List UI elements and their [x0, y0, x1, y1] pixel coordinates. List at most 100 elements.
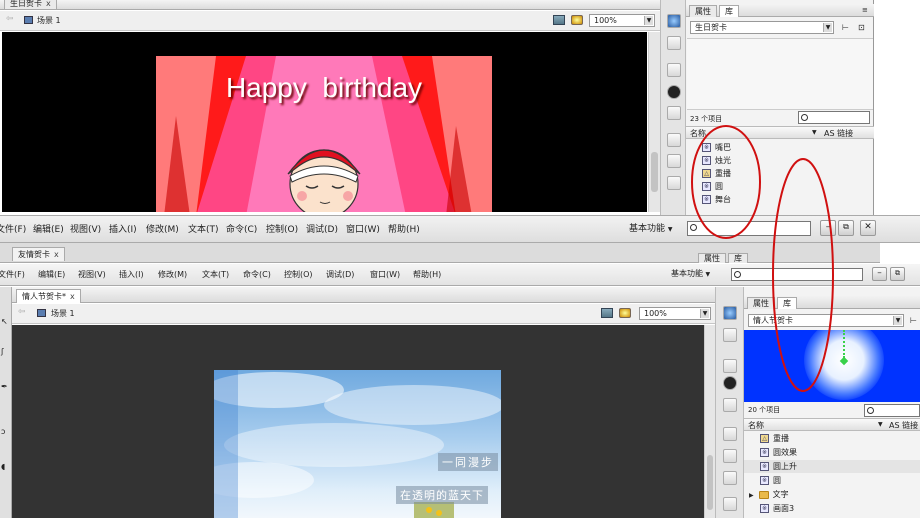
motion-presets-icon[interactable]: [723, 471, 737, 485]
tab-birthday-card[interactable]: 生日贺卡 x: [4, 0, 57, 9]
close-icon[interactable]: x: [54, 250, 59, 259]
menu-control[interactable]: 控制(O): [284, 265, 313, 285]
back-arrow-icon[interactable]: ⇦: [6, 14, 14, 24]
edit-scene-icon[interactable]: [601, 308, 613, 318]
help-search-input[interactable]: [687, 221, 811, 236]
components-icon[interactable]: [667, 154, 681, 168]
column-as-linkage[interactable]: AS 链接: [824, 128, 853, 139]
actions-icon[interactable]: [723, 427, 737, 441]
color-swatch-icon[interactable]: [667, 14, 681, 28]
bucket-tool-icon[interactable]: ◖: [1, 462, 5, 471]
menu-insert[interactable]: 插入(I): [109, 220, 137, 240]
minimize-button[interactable]: –: [872, 267, 887, 281]
menu-window[interactable]: 窗口(W): [346, 220, 380, 240]
menu-debug[interactable]: 调试(D): [306, 220, 338, 240]
menu-text[interactable]: 文本(T): [188, 220, 219, 240]
scroll-thumb[interactable]: [707, 455, 713, 510]
library-item[interactable]: △ 重播: [702, 167, 731, 180]
column-as-linkage[interactable]: AS 链接: [889, 420, 918, 431]
library-item[interactable]: △ 重播: [760, 432, 789, 445]
menu-insert[interactable]: 插入(I): [119, 265, 144, 285]
tab-properties[interactable]: 属性: [698, 253, 726, 263]
library-folder[interactable]: ▶ 文字: [749, 488, 789, 501]
library-item[interactable]: ※ 舞台: [702, 193, 731, 206]
help-search-input[interactable]: [731, 268, 863, 281]
align-icon[interactable]: [667, 63, 681, 77]
edit-scene-icon[interactable]: [553, 15, 565, 25]
edit-symbol-icon[interactable]: [619, 308, 631, 318]
menu-modify[interactable]: 修改(M): [146, 220, 179, 240]
library-document-select[interactable]: 生日贺卡 ▼: [690, 21, 834, 34]
lasso-tool-icon[interactable]: ʃ: [1, 347, 4, 356]
movie-explorer-icon[interactable]: [723, 497, 737, 511]
panel-menu-icon[interactable]: ≡: [862, 6, 868, 14]
close-button[interactable]: ✕: [860, 220, 876, 236]
brush-tool-icon[interactable]: ↄ: [1, 427, 5, 436]
align-grid-icon[interactable]: [667, 36, 681, 50]
actions-icon[interactable]: [667, 133, 681, 147]
close-icon[interactable]: x: [46, 0, 51, 8]
menu-view[interactable]: 视图(V): [78, 265, 106, 285]
edit-symbol-icon[interactable]: [571, 15, 583, 25]
library-item[interactable]: ※ 烛光: [702, 154, 731, 167]
menu-commands[interactable]: 命令(C): [226, 220, 257, 240]
menu-commands[interactable]: 命令(C): [243, 265, 271, 285]
workspace-switcher[interactable]: 基本功能 ▼: [629, 221, 673, 234]
align-icon[interactable]: [723, 359, 737, 373]
close-icon[interactable]: x: [70, 292, 75, 301]
menu-window[interactable]: 窗口(W): [370, 265, 400, 285]
menu-file[interactable]: 文件(F): [0, 265, 25, 285]
new-library-icon[interactable]: ⊡: [858, 23, 865, 32]
transform-icon[interactable]: [723, 398, 737, 412]
zoom-select[interactable]: 100% ▼: [639, 307, 711, 320]
library-item[interactable]: ※ 圆: [702, 180, 723, 193]
tab-properties[interactable]: 属性: [747, 297, 775, 309]
menu-text[interactable]: 文本(T): [202, 265, 229, 285]
tab-friendship-card[interactable]: 友情贺卡 x: [12, 247, 65, 261]
info-icon[interactable]: [667, 85, 681, 99]
library-item[interactable]: ※ 嘴巴: [702, 141, 731, 154]
align-grid-icon[interactable]: [723, 328, 737, 342]
tab-properties[interactable]: 属性: [689, 5, 717, 17]
library-item-selected[interactable]: ※ 圆上升: [744, 460, 920, 473]
menu-edit[interactable]: 编辑(E): [38, 265, 65, 285]
tab-library[interactable]: 库: [719, 5, 739, 17]
library-item[interactable]: ※ 圆: [760, 474, 781, 487]
pen-tool-icon[interactable]: ✒: [1, 382, 8, 391]
selection-tool-icon[interactable]: ↖: [1, 317, 8, 326]
components-icon[interactable]: [723, 449, 737, 463]
menu-file[interactable]: 文件(F): [0, 220, 26, 240]
menu-view[interactable]: 视图(V): [70, 220, 101, 240]
tab-library[interactable]: 库: [777, 297, 797, 309]
pin-icon[interactable]: ⊢: [842, 23, 849, 32]
menu-debug[interactable]: 调试(D): [326, 265, 354, 285]
minimize-button[interactable]: –: [820, 220, 836, 236]
menu-edit[interactable]: 编辑(E): [33, 220, 64, 240]
tab-valentine-card[interactable]: 情人节贺卡* x: [16, 289, 81, 303]
back-arrow-icon[interactable]: ⇦: [18, 307, 26, 317]
motion-presets-icon[interactable]: [667, 176, 681, 190]
workspace-switcher[interactable]: 基本功能 ▼: [671, 268, 710, 279]
zoom-select[interactable]: 100% ▼: [589, 14, 655, 27]
top-vertical-scrollbar[interactable]: [648, 32, 660, 212]
color-swatch-icon[interactable]: [723, 306, 737, 320]
menu-help[interactable]: 帮助(H): [413, 265, 441, 285]
restore-button[interactable]: ⧉: [890, 267, 905, 281]
info-icon[interactable]: [723, 376, 737, 390]
expand-triangle-icon[interactable]: ▶: [749, 492, 754, 499]
library-item[interactable]: ※ 画面3: [760, 502, 794, 515]
library-search-input[interactable]: [864, 404, 920, 417]
bottom-vertical-scrollbar[interactable]: [704, 325, 715, 518]
menu-control[interactable]: 控制(O): [266, 220, 298, 240]
column-name[interactable]: 名称: [690, 128, 706, 139]
pin-icon[interactable]: ⊢: [910, 316, 917, 325]
library-document-select[interactable]: 情人节贺卡 ▼: [748, 314, 904, 327]
menu-help[interactable]: 帮助(H): [388, 220, 420, 240]
column-name[interactable]: 名称: [748, 420, 764, 431]
restore-button[interactable]: ⧉: [838, 220, 854, 236]
library-item[interactable]: ※ 圆效果: [760, 446, 797, 459]
menu-modify[interactable]: 修改(M): [158, 265, 187, 285]
tab-library[interactable]: 库: [728, 253, 748, 263]
scroll-thumb[interactable]: [651, 152, 658, 192]
transform-icon[interactable]: [667, 106, 681, 120]
